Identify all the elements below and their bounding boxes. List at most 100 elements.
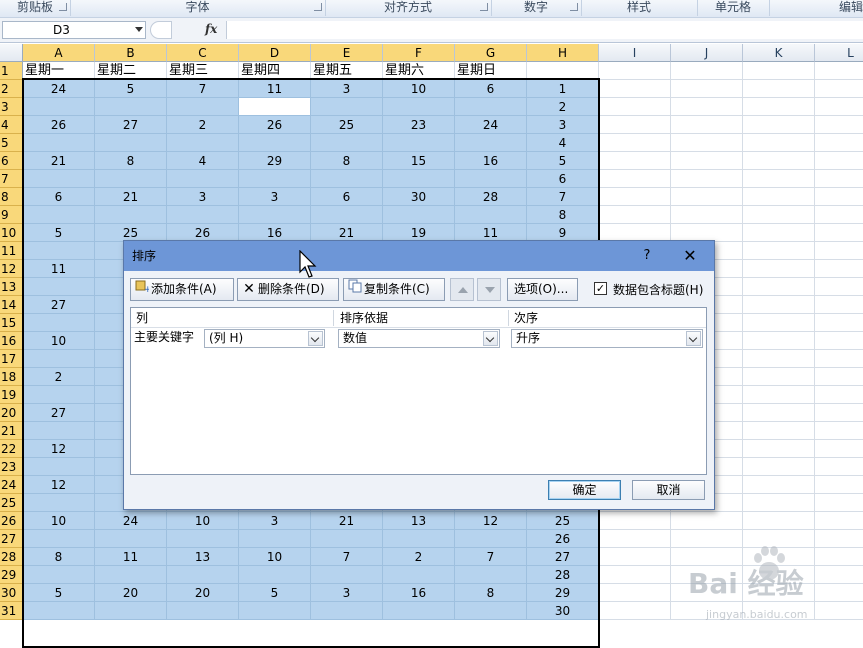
cell-a5[interactable] [23, 134, 95, 152]
column-header-k[interactable]: K [743, 44, 815, 62]
cell-h2[interactable]: 1 [527, 80, 599, 98]
ok-button[interactable]: 确定 [548, 480, 621, 500]
row-header-22[interactable]: 22 [0, 440, 23, 458]
cell-a21[interactable] [23, 422, 95, 440]
cell-i5[interactable] [599, 134, 671, 152]
cell-a1[interactable]: 星期一 [23, 62, 95, 80]
cell-k1[interactable] [743, 62, 815, 80]
cell-c2[interactable]: 7 [167, 80, 239, 98]
column-header-g[interactable]: G [455, 44, 527, 62]
cell-j3[interactable] [671, 98, 743, 116]
cell-a7[interactable] [23, 170, 95, 188]
cell-a15[interactable] [23, 314, 95, 332]
cell-b8[interactable]: 21 [95, 188, 167, 206]
cell-h1[interactable] [527, 62, 599, 80]
cell-c1[interactable]: 星期三 [167, 62, 239, 80]
cell-a12[interactable]: 11 [23, 260, 95, 278]
cell-b5[interactable] [95, 134, 167, 152]
cell-c6[interactable]: 4 [167, 152, 239, 170]
cell-k17[interactable] [743, 350, 815, 368]
column-header-d[interactable]: D [239, 44, 311, 62]
move-down-button[interactable] [477, 278, 501, 301]
cell-a23[interactable] [23, 458, 95, 476]
close-button[interactable]: ✕ [680, 241, 700, 271]
cell-l8[interactable] [815, 188, 863, 206]
cell-a16[interactable]: 10 [23, 332, 95, 350]
cell-j26[interactable] [671, 512, 743, 530]
cancel-button[interactable]: 取消 [632, 480, 705, 500]
row-header-2[interactable]: 2 [0, 80, 23, 98]
column-header-b[interactable]: B [95, 44, 167, 62]
cell-k26[interactable] [743, 512, 815, 530]
cell-f5[interactable] [383, 134, 455, 152]
cell-k3[interactable] [743, 98, 815, 116]
cell-e27[interactable] [311, 530, 383, 548]
cell-e26[interactable]: 21 [311, 512, 383, 530]
cell-f8[interactable]: 30 [383, 188, 455, 206]
cell-l3[interactable] [815, 98, 863, 116]
cell-g29[interactable] [455, 566, 527, 584]
formula-expand-handle[interactable] [150, 21, 172, 39]
cell-b4[interactable]: 27 [95, 116, 167, 134]
cell-k10[interactable] [743, 224, 815, 242]
cell-d1[interactable]: 星期四 [239, 62, 311, 80]
cell-e7[interactable] [311, 170, 383, 188]
cell-g6[interactable]: 16 [455, 152, 527, 170]
row-header-3[interactable]: 3 [0, 98, 23, 116]
cell-h8[interactable]: 7 [527, 188, 599, 206]
cell-b31[interactable] [95, 602, 167, 620]
cell-k7[interactable] [743, 170, 815, 188]
cell-g5[interactable] [455, 134, 527, 152]
cell-f1[interactable]: 星期六 [383, 62, 455, 80]
cell-g1[interactable]: 星期日 [455, 62, 527, 80]
column-header-a[interactable]: A [23, 44, 95, 62]
cell-l6[interactable] [815, 152, 863, 170]
row-header-19[interactable]: 19 [0, 386, 23, 404]
sort-column-select[interactable]: (列 H) [204, 329, 325, 348]
row-header-8[interactable]: 8 [0, 188, 23, 206]
cell-g2[interactable]: 6 [455, 80, 527, 98]
row-header-20[interactable]: 20 [0, 404, 23, 422]
cell-d6[interactable]: 29 [239, 152, 311, 170]
cell-c26[interactable]: 10 [167, 512, 239, 530]
cell-a29[interactable] [23, 566, 95, 584]
row-header-1[interactable]: 1 [0, 62, 23, 80]
cell-k14[interactable] [743, 296, 815, 314]
cell-l22[interactable] [815, 440, 863, 458]
move-up-button[interactable] [450, 278, 474, 301]
cell-b26[interactable]: 24 [95, 512, 167, 530]
cell-h27[interactable]: 26 [527, 530, 599, 548]
help-button[interactable]: ? [639, 241, 655, 271]
cell-e28[interactable]: 7 [311, 548, 383, 566]
chevron-down-icon[interactable] [686, 331, 701, 346]
cell-i9[interactable] [599, 206, 671, 224]
row-header-18[interactable]: 18 [0, 368, 23, 386]
cell-i29[interactable] [599, 566, 671, 584]
cell-h4[interactable]: 3 [527, 116, 599, 134]
cell-h5[interactable]: 4 [527, 134, 599, 152]
cell-c4[interactable]: 2 [167, 116, 239, 134]
dialog-launcher-icon[interactable] [59, 3, 67, 11]
cell-g28[interactable]: 7 [455, 548, 527, 566]
cell-a9[interactable] [23, 206, 95, 224]
cell-j6[interactable] [671, 152, 743, 170]
row-header-14[interactable]: 14 [0, 296, 23, 314]
cell-a26[interactable]: 10 [23, 512, 95, 530]
cell-l5[interactable] [815, 134, 863, 152]
cell-i8[interactable] [599, 188, 671, 206]
cell-k15[interactable] [743, 314, 815, 332]
cell-j8[interactable] [671, 188, 743, 206]
cell-e4[interactable]: 25 [311, 116, 383, 134]
cell-l11[interactable] [815, 242, 863, 260]
cell-d29[interactable] [239, 566, 311, 584]
cell-l18[interactable] [815, 368, 863, 386]
cell-l19[interactable] [815, 386, 863, 404]
cell-i4[interactable] [599, 116, 671, 134]
cell-e31[interactable] [311, 602, 383, 620]
cell-e6[interactable]: 8 [311, 152, 383, 170]
cell-l12[interactable] [815, 260, 863, 278]
row-header-24[interactable]: 24 [0, 476, 23, 494]
cell-l15[interactable] [815, 314, 863, 332]
cell-i6[interactable] [599, 152, 671, 170]
row-header-28[interactable]: 28 [0, 548, 23, 566]
